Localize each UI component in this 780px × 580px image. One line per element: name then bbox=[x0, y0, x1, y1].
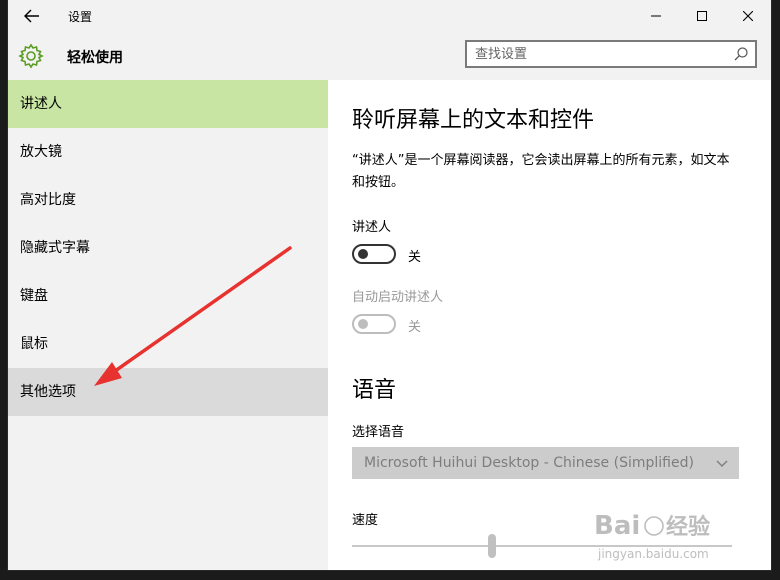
sidebar-item-label: 高对比度 bbox=[20, 192, 76, 208]
sidebar-item-keyboard[interactable]: 键盘 bbox=[8, 272, 328, 320]
sidebar-item-label: 隐藏式字幕 bbox=[20, 240, 90, 256]
narrator-toggle[interactable] bbox=[352, 244, 396, 264]
sidebar-item-closed-captions[interactable]: 隐藏式字幕 bbox=[8, 224, 328, 272]
voice-select[interactable]: Microsoft Huihui Desktop - Chinese (Simp… bbox=[352, 447, 739, 479]
voice-select-value: Microsoft Huihui Desktop - Chinese (Simp… bbox=[364, 455, 694, 471]
voice-heading: 语音 bbox=[352, 378, 397, 403]
settings-window: 设置 轻松使用 查找设置 讲述人 放大镜 高对比度 隐藏式字幕 键盘 鼠标 其他… bbox=[8, 0, 771, 570]
main-content: 聆听屏幕上的文本和控件 “讲述人”是一个屏幕阅读器，它会读出屏幕上的所有元素，如… bbox=[328, 80, 771, 570]
back-arrow-icon bbox=[24, 9, 39, 23]
sidebar-item-magnifier[interactable]: 放大镜 bbox=[8, 128, 328, 176]
search-icon[interactable] bbox=[733, 46, 749, 62]
svg-text:经验: 经验 bbox=[666, 514, 710, 540]
sidebar-item-narrator[interactable]: 讲述人 bbox=[8, 80, 328, 128]
search-box[interactable] bbox=[465, 40, 757, 68]
minimize-icon bbox=[651, 15, 661, 17]
sidebar-item-other-options[interactable]: 其他选项 bbox=[8, 368, 328, 416]
autostart-toggle-state: 关 bbox=[408, 320, 422, 335]
sidebar: 讲述人 放大镜 高对比度 隐藏式字幕 键盘 鼠标 其他选项 bbox=[8, 80, 328, 570]
sidebar-item-label: 放大镜 bbox=[20, 144, 62, 160]
speed-label: 速度 bbox=[352, 513, 379, 528]
sidebar-item-label: 其他选项 bbox=[20, 384, 76, 400]
chevron-down-icon bbox=[716, 460, 728, 467]
section-heading: 聆听屏幕上的文本和控件 bbox=[352, 108, 595, 133]
maximize-button[interactable] bbox=[679, 0, 725, 32]
narrator-label: 讲述人 bbox=[352, 220, 392, 235]
search-input[interactable] bbox=[467, 45, 727, 63]
back-button[interactable] bbox=[20, 4, 44, 28]
page-header: 轻松使用 bbox=[8, 32, 771, 80]
autostart-toggle[interactable] bbox=[352, 314, 396, 334]
svg-text:Bai: Bai bbox=[594, 511, 640, 541]
sidebar-item-high-contrast[interactable]: 高对比度 bbox=[8, 176, 328, 224]
sidebar-item-label: 键盘 bbox=[20, 288, 48, 304]
sidebar-item-mouse[interactable]: 鼠标 bbox=[8, 320, 328, 368]
autostart-label: 自动启动讲述人 bbox=[352, 290, 444, 305]
speed-slider-thumb[interactable] bbox=[488, 534, 496, 558]
svg-text:jingyan.baidu.com: jingyan.baidu.com bbox=[597, 547, 709, 561]
select-voice-label: 选择语音 bbox=[352, 425, 405, 440]
window-title: 设置 bbox=[68, 10, 93, 24]
gear-icon bbox=[18, 43, 44, 69]
page-title: 轻松使用 bbox=[67, 50, 123, 66]
narrator-toggle-state: 关 bbox=[408, 250, 422, 265]
toggle-knob bbox=[358, 319, 368, 329]
toggle-knob bbox=[358, 249, 368, 259]
close-button[interactable] bbox=[725, 0, 771, 32]
section-description: “讲述人”是一个屏幕阅读器，它会读出屏幕上的所有元素，如文本和按钮。 bbox=[352, 153, 730, 190]
title-bar: 设置 bbox=[8, 0, 771, 32]
baidu-watermark-logo: Bai 经验 jingyan.baidu.com bbox=[594, 511, 710, 561]
maximize-icon bbox=[697, 11, 707, 21]
close-icon bbox=[743, 11, 753, 21]
sidebar-item-label: 鼠标 bbox=[20, 336, 48, 352]
minimize-button[interactable] bbox=[633, 0, 679, 32]
sidebar-item-label: 讲述人 bbox=[20, 96, 62, 112]
